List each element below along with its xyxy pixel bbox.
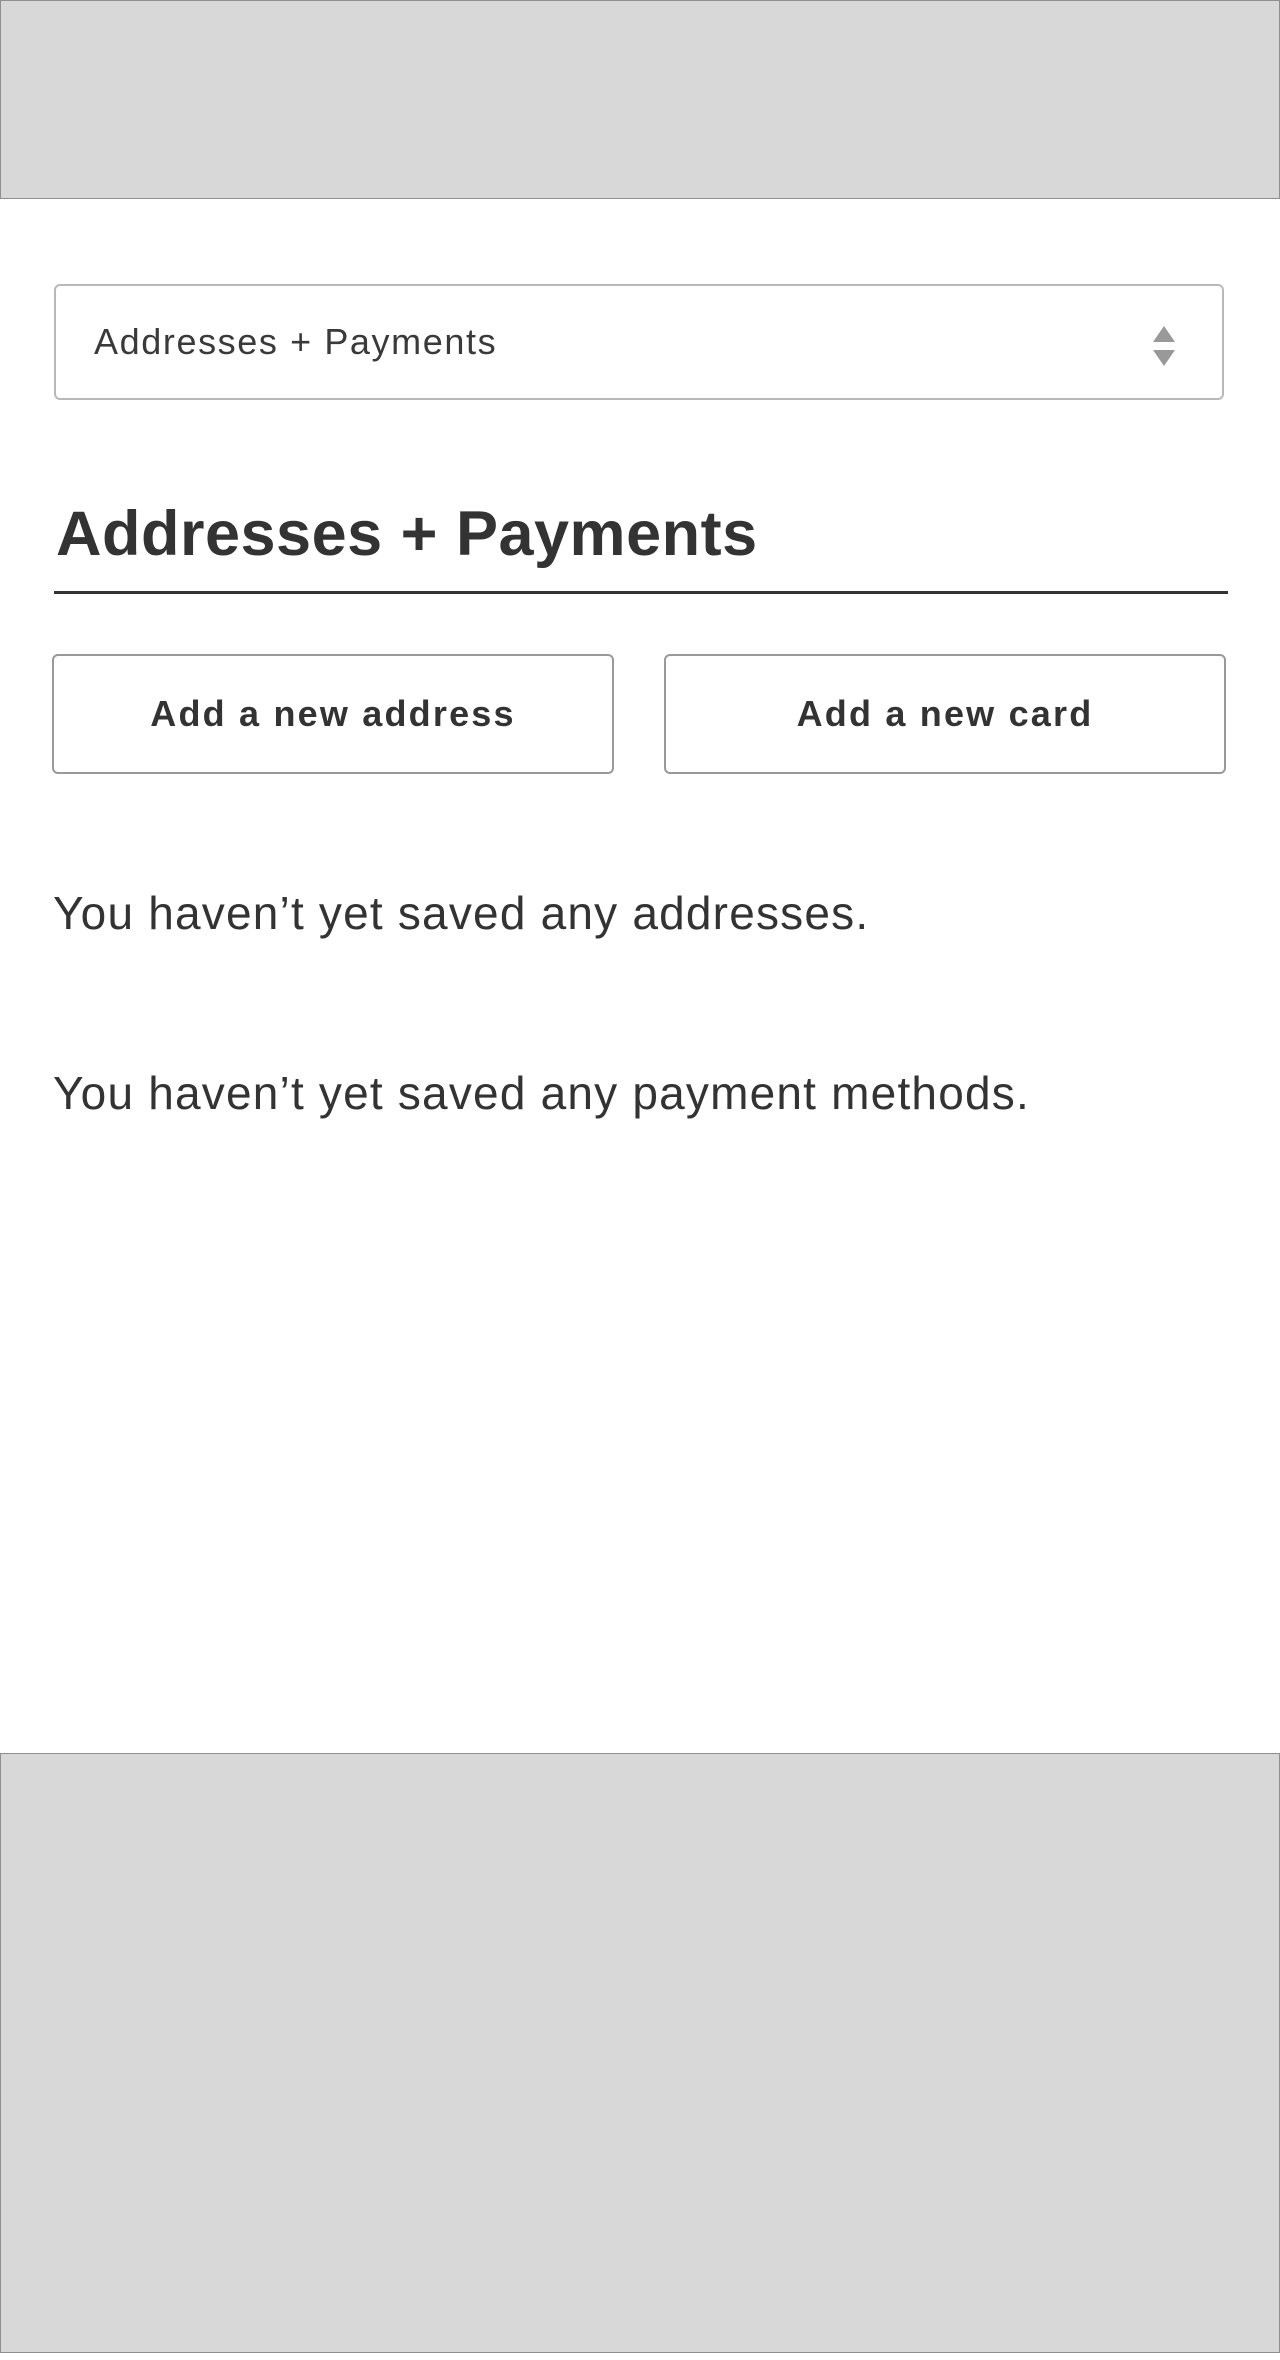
add-card-button[interactable]: Add a new card xyxy=(664,654,1226,774)
add-address-button[interactable]: Add a new address xyxy=(52,654,614,774)
up-down-arrows-icon xyxy=(1152,324,1176,368)
title-divider xyxy=(54,591,1228,594)
no-payments-message: You haven’t yet saved any payment method… xyxy=(53,1067,1030,1119)
footer-placeholder xyxy=(0,1753,1280,2353)
no-addresses-message: You haven’t yet saved any addresses. xyxy=(53,887,870,939)
page-title: Addresses + Payments xyxy=(56,499,758,569)
section-select[interactable]: Addresses + Payments xyxy=(54,284,1224,400)
section-select-value: Addresses + Payments xyxy=(94,321,498,362)
header-placeholder xyxy=(0,0,1280,199)
